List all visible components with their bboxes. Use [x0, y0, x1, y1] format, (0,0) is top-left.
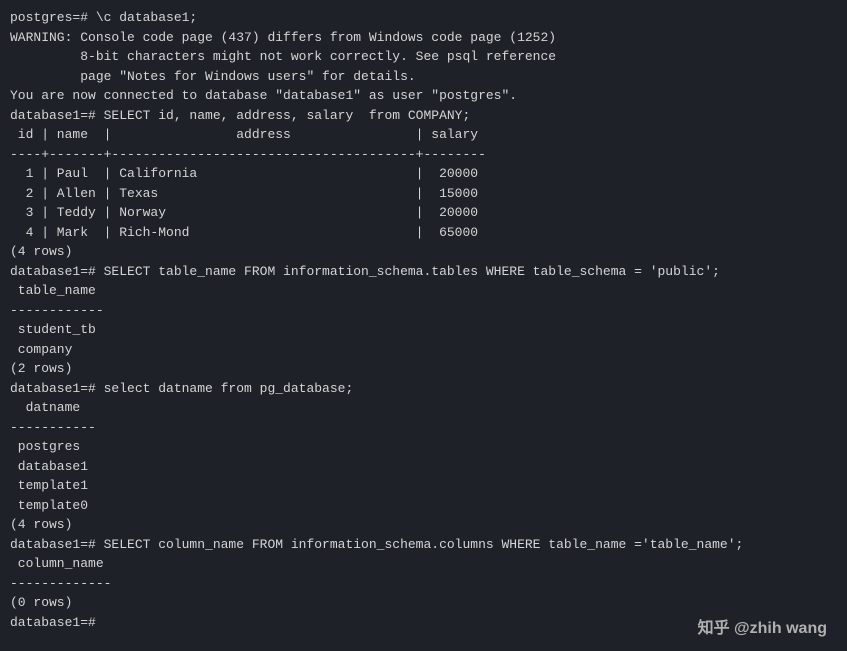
- terminal-line: (4 rows): [10, 242, 837, 262]
- terminal-line: database1=# select datname from pg_datab…: [10, 379, 837, 399]
- terminal-line: template0: [10, 496, 837, 516]
- terminal-line: id | name | address | salary: [10, 125, 837, 145]
- terminal: postgres=# \c database1;WARNING: Console…: [10, 8, 837, 632]
- terminal-line: column_name: [10, 554, 837, 574]
- terminal-line: page "Notes for Windows users" for detai…: [10, 67, 837, 87]
- terminal-line: postgres=# \c database1;: [10, 8, 837, 28]
- terminal-line: datname: [10, 398, 837, 418]
- terminal-line: student_tb: [10, 320, 837, 340]
- terminal-line: You are now connected to database "datab…: [10, 86, 837, 106]
- terminal-line: postgres: [10, 437, 837, 457]
- terminal-line: 1 | Paul | California | 20000: [10, 164, 837, 184]
- terminal-line: 3 | Teddy | Norway | 20000: [10, 203, 837, 223]
- terminal-line: 2 | Allen | Texas | 15000: [10, 184, 837, 204]
- terminal-line: (2 rows): [10, 359, 837, 379]
- terminal-line: -------------: [10, 574, 837, 594]
- terminal-line: database1=# SELECT id, name, address, sa…: [10, 106, 837, 126]
- terminal-line: 8-bit characters might not work correctl…: [10, 47, 837, 67]
- terminal-line: table_name: [10, 281, 837, 301]
- terminal-line: database1=# SELECT table_name FROM infor…: [10, 262, 837, 282]
- terminal-line: ------------: [10, 301, 837, 321]
- terminal-line: database1=# SELECT column_name FROM info…: [10, 535, 837, 555]
- terminal-line: (0 rows): [10, 593, 837, 613]
- terminal-line: WARNING: Console code page (437) differs…: [10, 28, 837, 48]
- watermark: 知乎 @zhih wang: [698, 617, 827, 641]
- terminal-line: company: [10, 340, 837, 360]
- terminal-line: ----+-------+---------------------------…: [10, 145, 837, 165]
- terminal-line: database1: [10, 457, 837, 477]
- terminal-line: (4 rows): [10, 515, 837, 535]
- terminal-line: -----------: [10, 418, 837, 438]
- terminal-line: template1: [10, 476, 837, 496]
- terminal-line: 4 | Mark | Rich-Mond | 65000: [10, 223, 837, 243]
